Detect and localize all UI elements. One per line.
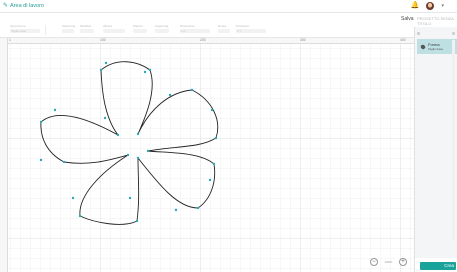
node-handle[interactable] bbox=[71, 196, 75, 200]
select-button[interactable] bbox=[62, 29, 74, 33]
app-title[interactable]: ✎ Area di lavoro bbox=[3, 2, 44, 10]
node-handle[interactable] bbox=[143, 70, 147, 74]
zoom-out-button[interactable]: − bbox=[370, 258, 378, 266]
toolbar-group-rotate[interactable]: Ruota bbox=[218, 24, 230, 33]
toolbar-group-arrange[interactable]: Disponi bbox=[133, 24, 147, 33]
toolbar-group-select[interactable]: Seleziona bbox=[62, 24, 75, 33]
toolbar-label: Operazione bbox=[10, 24, 26, 28]
node-handle[interactable] bbox=[62, 160, 66, 164]
node-handle[interactable] bbox=[146, 149, 150, 153]
node-handle[interactable] bbox=[99, 68, 103, 72]
toolbar-label: Modifica bbox=[80, 24, 92, 28]
node-handle[interactable] bbox=[53, 108, 57, 112]
edit-button[interactable] bbox=[80, 29, 94, 33]
toolbar-group-flip[interactable]: Capovolgi bbox=[155, 24, 169, 33]
flower-shape[interactable] bbox=[0, 38, 414, 272]
toolbar-label: Posizione bbox=[236, 24, 250, 28]
bell-icon[interactable]: 🔔 bbox=[411, 2, 420, 10]
flower-outline[interactable] bbox=[40, 61, 219, 225]
toolbar-label: Dimensioni bbox=[180, 24, 195, 28]
toolbar-label: Disponi bbox=[133, 24, 144, 28]
top-bar: ✎ Area di lavoro 🔔 ▾ bbox=[0, 0, 457, 13]
node-handle[interactable] bbox=[148, 68, 152, 72]
pencil-icon: ✎ bbox=[3, 3, 9, 9]
node-handle[interactable] bbox=[196, 206, 200, 210]
size-inputs[interactable]: L A bbox=[180, 29, 210, 33]
node-handle[interactable] bbox=[78, 214, 82, 218]
node-handle[interactable] bbox=[104, 61, 108, 65]
toolbar-group-position[interactable]: Posizione X Y bbox=[236, 24, 266, 33]
toolbar-divider bbox=[45, 25, 46, 35]
panel-icon[interactable] bbox=[417, 31, 420, 35]
node-handle[interactable] bbox=[212, 162, 216, 166]
top-icons: 🔔 ▾ bbox=[411, 2, 444, 10]
toolbar-group-align[interactable]: Allinea bbox=[103, 24, 125, 33]
layer-text: Forma Taglio base bbox=[428, 42, 443, 51]
edit-nodes[interactable] bbox=[39, 61, 218, 223]
rotate-input[interactable] bbox=[218, 29, 230, 33]
design-canvas[interactable]: 1 100 200 300 400 bbox=[0, 38, 414, 272]
node-handle[interactable] bbox=[168, 93, 172, 97]
toolbar-group-size[interactable]: Dimensioni L A bbox=[180, 24, 210, 33]
node-handle[interactable] bbox=[135, 219, 139, 223]
node-handle[interactable] bbox=[190, 88, 194, 92]
node-handle[interactable] bbox=[136, 156, 140, 160]
chevron-down-icon[interactable]: ▾ bbox=[441, 3, 444, 9]
toolbar-label: Capovolgi bbox=[155, 24, 169, 28]
project-name[interactable]: PROGETTO SENZA TITOLO bbox=[417, 16, 457, 26]
node-handle[interactable] bbox=[174, 208, 178, 212]
layer-operation: Taglio base bbox=[428, 47, 444, 51]
position-inputs[interactable]: X Y bbox=[236, 29, 266, 33]
scrollbar[interactable] bbox=[452, 40, 455, 240]
node-handle[interactable] bbox=[39, 158, 43, 162]
zoom-in-button[interactable]: + bbox=[399, 258, 407, 266]
node-handle[interactable] bbox=[128, 196, 132, 200]
node-handle[interactable] bbox=[103, 116, 107, 120]
zoom-level: 100% bbox=[384, 260, 393, 264]
toolbar-group-operation[interactable]: Operazione Taglio base bbox=[10, 24, 40, 33]
node-handle[interactable] bbox=[39, 120, 43, 124]
node-handle[interactable] bbox=[208, 178, 212, 182]
toolbar-label: Ruota bbox=[218, 24, 227, 28]
toolbar-label: Allinea bbox=[103, 24, 113, 28]
edit-toolbar: Operazione Taglio base Seleziona Modific… bbox=[0, 22, 414, 38]
layer-shape-icon bbox=[420, 44, 426, 49]
arrange-button[interactable] bbox=[133, 29, 147, 33]
node-handle[interactable] bbox=[136, 132, 140, 136]
toolbar-group-edit[interactable]: Modifica bbox=[80, 24, 94, 33]
node-handle[interactable] bbox=[214, 136, 218, 140]
align-button[interactable] bbox=[103, 29, 125, 33]
panel-icon[interactable] bbox=[452, 31, 455, 35]
flip-button[interactable] bbox=[155, 29, 169, 33]
node-handle[interactable] bbox=[116, 133, 120, 137]
node-handle[interactable] bbox=[126, 153, 130, 157]
app-title-text: Area di lavoro bbox=[10, 2, 44, 9]
make-button[interactable]: Crea bbox=[420, 262, 456, 270]
layers-panel: Forma Taglio base bbox=[414, 27, 457, 272]
zoom-controls: − 100% + bbox=[370, 258, 407, 266]
avatar[interactable] bbox=[426, 2, 435, 10]
node-handle[interactable] bbox=[210, 108, 214, 112]
layer-item[interactable]: Forma Taglio base bbox=[417, 39, 457, 54]
operation-select[interactable]: Taglio base bbox=[10, 29, 40, 33]
toolbar-label: Seleziona bbox=[62, 24, 76, 28]
layers-header bbox=[415, 27, 457, 39]
